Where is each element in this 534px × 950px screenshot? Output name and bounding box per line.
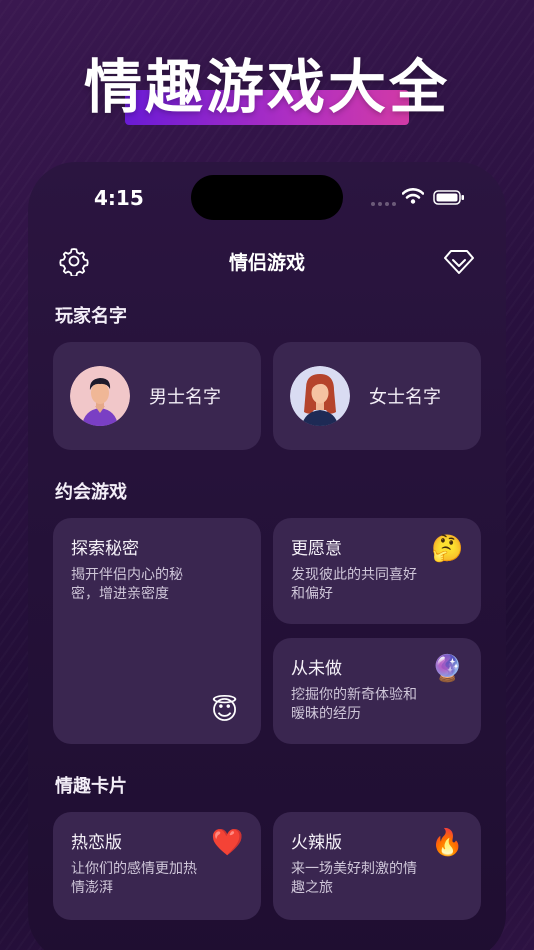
angel-face-icon: 😇 [211, 696, 239, 726]
heart-icon: ❤️ [211, 828, 244, 858]
game-card-desc: 让你们的感情更加热情澎湃 [71, 861, 197, 896]
phone-frame: 4:15 情侣游戏 玩家名字 男士名字 女士名字 约会游戏 探索秘密 揭开伴侣内… [28, 162, 506, 950]
promo-title: 情趣游戏大全 [83, 53, 450, 121]
male-player-card[interactable]: 男士名字 [53, 342, 261, 450]
fire-icon: 🔥 [431, 828, 464, 858]
page-title: 情侣游戏 [228, 252, 305, 274]
game-card-title: 火辣版 [291, 833, 342, 853]
card-deck-passion[interactable]: 热恋版 让你们的感情更加热情澎湃 ❤️ [53, 812, 261, 920]
crystal-ball-icon: 🔮 [431, 654, 464, 684]
thinking-face-icon: 🤔 [431, 534, 464, 564]
game-card-explore-secrets[interactable]: 探索秘密 揭开伴侣内心的秘密，增进亲密度 😇 [53, 518, 261, 744]
game-card-title: 从未做 [291, 659, 342, 679]
female-player-name: 女士名字 [369, 387, 441, 408]
game-card-title: 探索秘密 [71, 539, 139, 559]
diamond-icon[interactable] [443, 246, 475, 276]
female-player-card[interactable]: 女士名字 [273, 342, 481, 450]
status-time: 4:15 [94, 186, 144, 210]
game-card-would-rather[interactable]: 更愿意 发现彼此的共同喜好和偏好 🤔 [273, 518, 481, 624]
dating-games-section-label: 约会游戏 [55, 482, 127, 503]
game-card-desc: 挖掘你的新奇体验和暧昧的经历 [291, 687, 417, 722]
game-card-desc: 揭开伴侣内心的秘密，增进亲密度 [71, 567, 183, 602]
male-avatar [70, 366, 130, 426]
fun-cards-section-label: 情趣卡片 [55, 776, 127, 797]
game-card-desc: 来一场美好刺激的情趣之旅 [291, 861, 417, 896]
card-deck-spicy[interactable]: 火辣版 来一场美好刺激的情趣之旅 🔥 [273, 812, 481, 920]
male-player-name: 男士名字 [149, 387, 221, 408]
game-card-desc: 发现彼此的共同喜好和偏好 [291, 567, 417, 602]
dynamic-island [191, 175, 343, 220]
game-card-never-have-i[interactable]: 从未做 挖掘你的新奇体验和暧昧的经历 🔮 [273, 638, 481, 744]
battery-icon [433, 190, 464, 205]
female-avatar [290, 366, 350, 426]
game-card-title: 更愿意 [291, 539, 342, 559]
signal-icon [371, 202, 396, 206]
players-section-label: 玩家名字 [55, 306, 127, 327]
game-card-title: 热恋版 [71, 833, 122, 853]
wifi-icon [402, 188, 424, 204]
